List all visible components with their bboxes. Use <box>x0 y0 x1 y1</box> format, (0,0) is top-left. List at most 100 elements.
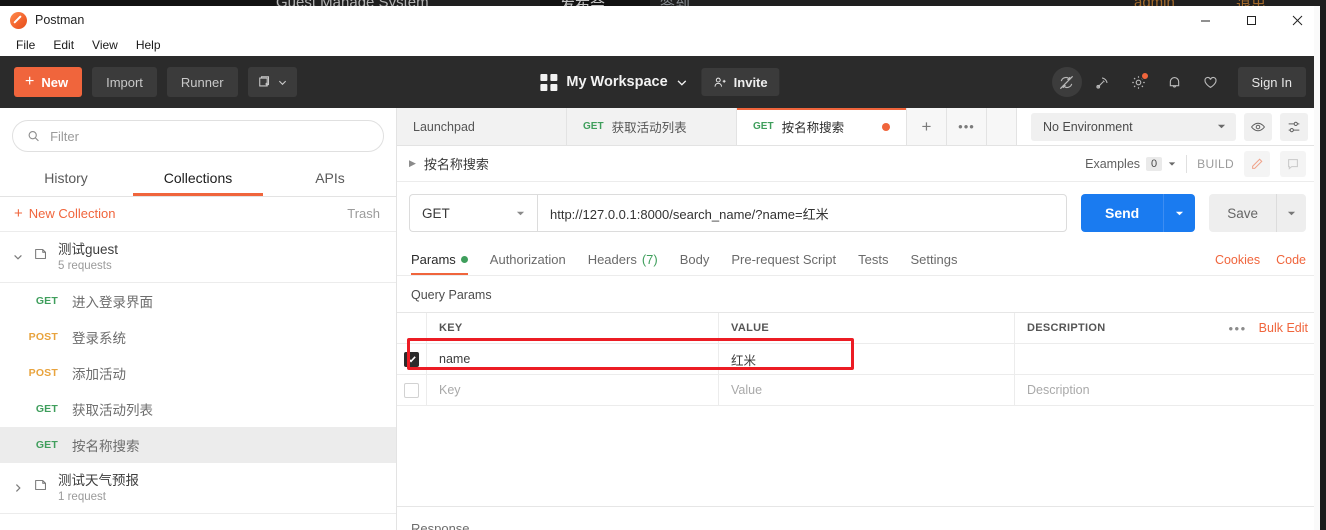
save-button[interactable]: Save <box>1209 194 1306 232</box>
url-input[interactable]: http://127.0.0.1:8000/search_name/?name=… <box>537 194 1067 232</box>
url-combo: GET http://127.0.0.1:8000/search_name/?n… <box>409 194 1067 232</box>
new-collection-button[interactable]: + New Collection <box>14 206 115 221</box>
tab-headers[interactable]: Headers (7) <box>588 252 658 275</box>
row-description-cell[interactable] <box>1015 344 1320 374</box>
send-button[interactable]: Send <box>1080 194 1196 232</box>
table-more-button[interactable]: ••• <box>1229 321 1247 336</box>
code-link[interactable]: Code <box>1276 253 1306 267</box>
save-dropdown-button[interactable] <box>1276 194 1306 232</box>
collection-actions: + New Collection Trash <box>0 197 396 232</box>
filter-box[interactable] <box>12 120 384 152</box>
param-key-placeholder: Key <box>439 383 461 397</box>
http-method-selector[interactable]: GET <box>409 194 537 232</box>
tab-body[interactable]: Body <box>680 252 710 275</box>
search-input[interactable] <box>50 128 369 144</box>
request-name-row: ▶ 按名称搜索 Examples 0 BUILD <box>397 146 1320 182</box>
tab-tests[interactable]: Tests <box>858 252 888 275</box>
new-collection-label: New Collection <box>28 206 116 221</box>
tab-settings[interactable]: Settings <box>910 252 957 275</box>
new-button-label: New <box>41 74 69 90</box>
menu-help[interactable]: Help <box>128 36 169 54</box>
minimize-button[interactable] <box>1182 6 1228 34</box>
tab-search-by-name[interactable]: GET 按名称搜索 <box>737 108 907 145</box>
sliders-icon[interactable] <box>1280 112 1308 141</box>
header-key-label: KEY <box>439 322 463 334</box>
triangle-right-icon: ▶ <box>409 158 416 168</box>
gear-icon[interactable] <box>1124 67 1154 97</box>
request-item-0[interactable]: GET 进入登录界面 <box>0 283 396 319</box>
chevron-right-icon[interactable] <box>12 483 24 493</box>
comment-icon[interactable] <box>1280 150 1306 177</box>
tab-method: GET <box>583 121 604 132</box>
param-checkbox[interactable] <box>404 382 419 398</box>
param-value: 红米 <box>731 353 757 368</box>
collection-item-weather[interactable]: 测试天气预报 1 request <box>0 463 396 515</box>
tab-label: Tests <box>858 252 889 267</box>
environment-selector[interactable]: No Environment <box>1031 112 1236 141</box>
collection-request-count: 1 request <box>58 491 106 504</box>
breadcrumb[interactable]: ▶ 按名称搜索 <box>409 154 489 173</box>
workspace-selector[interactable]: My Workspace <box>540 73 687 91</box>
main-toolbar: + New Import Runner My Workspace Invite … <box>0 56 1320 108</box>
row-value-cell[interactable]: 红米 <box>719 344 1015 374</box>
table-tools: ••• Bulk Edit <box>1229 321 1321 336</box>
request-item-2[interactable]: POST 添加活动 <box>0 355 396 391</box>
request-item-3[interactable]: GET 获取活动列表 <box>0 391 396 427</box>
tab-authorization[interactable]: Authorization <box>490 252 566 275</box>
menu-view[interactable]: View <box>84 36 126 54</box>
request-item-1[interactable]: POST 登录系统 <box>0 319 396 355</box>
broadcast-icon[interactable] <box>1088 67 1118 97</box>
collection-text: 测试guest 5 requests <box>58 241 118 272</box>
sign-in-button[interactable]: Sign In <box>1237 67 1306 97</box>
sidebar-tab-collections[interactable]: Collections <box>132 162 264 196</box>
tab-launchpad[interactable]: Launchpad <box>397 108 567 145</box>
request-item-4[interactable]: GET 按名称搜索 <box>0 427 396 464</box>
eye-icon[interactable] <box>1244 112 1272 141</box>
heart-icon[interactable] <box>1196 67 1226 97</box>
divider <box>1186 154 1188 173</box>
add-tab-button[interactable]: + <box>907 108 947 145</box>
sidebar-tab-apis[interactable]: APIs <box>264 162 396 196</box>
row-checkbox-cell[interactable] <box>397 375 427 405</box>
cookies-link[interactable]: Cookies <box>1215 253 1260 267</box>
chevron-down-icon[interactable] <box>12 252 24 262</box>
invite-button[interactable]: Invite <box>701 68 780 96</box>
send-dropdown-button[interactable] <box>1163 194 1195 232</box>
row-checkbox-cell[interactable] <box>397 344 427 374</box>
bell-icon[interactable] <box>1160 67 1190 97</box>
request-name: 按名称搜索 <box>72 439 140 455</box>
examples-selector[interactable]: Examples 0 <box>1085 156 1176 171</box>
row-value-cell[interactable]: Value <box>719 375 1015 405</box>
tab-get-activity-list[interactable]: GET 获取活动列表 <box>567 108 737 145</box>
row-key-cell[interactable]: name <box>427 344 719 374</box>
invite-label: Invite <box>733 74 768 90</box>
sidebar-tab-history[interactable]: History <box>0 162 132 196</box>
param-checkbox[interactable] <box>404 351 419 367</box>
new-button[interactable]: + New <box>14 67 83 97</box>
trash-link[interactable]: Trash <box>347 206 380 221</box>
tab-label: Settings <box>910 252 958 267</box>
tab-options-button[interactable]: ••• <box>947 108 987 145</box>
runner-button[interactable]: Runner <box>166 67 238 97</box>
import-button[interactable]: Import <box>92 67 157 97</box>
build-label[interactable]: BUILD <box>1197 157 1234 171</box>
row-description-cell[interactable]: Description <box>1015 375 1320 405</box>
row-key-cell[interactable]: Key <box>427 375 719 405</box>
chevron-down-icon <box>677 79 687 86</box>
new-window-button[interactable] <box>247 67 297 97</box>
edit-pencil-icon[interactable] <box>1244 150 1270 177</box>
menu-file[interactable]: File <box>8 36 43 54</box>
sync-off-icon[interactable] <box>1051 67 1082 97</box>
tab-label: 按名称搜索 <box>781 121 845 135</box>
menu-edit[interactable]: Edit <box>45 36 82 54</box>
table-row[interactable]: name 红米 <box>397 344 1320 375</box>
maximize-button[interactable] <box>1228 6 1274 34</box>
tab-pre-request-script[interactable]: Pre-request Script <box>731 252 836 275</box>
table-row[interactable]: Key Value Description <box>397 375 1320 406</box>
scrollbar-track[interactable] <box>1314 6 1320 530</box>
collection-item-guest[interactable]: 测试guest 5 requests <box>0 232 396 284</box>
bulk-edit-button[interactable]: Bulk Edit <box>1259 321 1308 335</box>
tab-params[interactable]: Params <box>411 252 468 275</box>
query-params-title: Query Params <box>411 288 492 302</box>
collection-request-count: 5 requests <box>58 260 112 273</box>
